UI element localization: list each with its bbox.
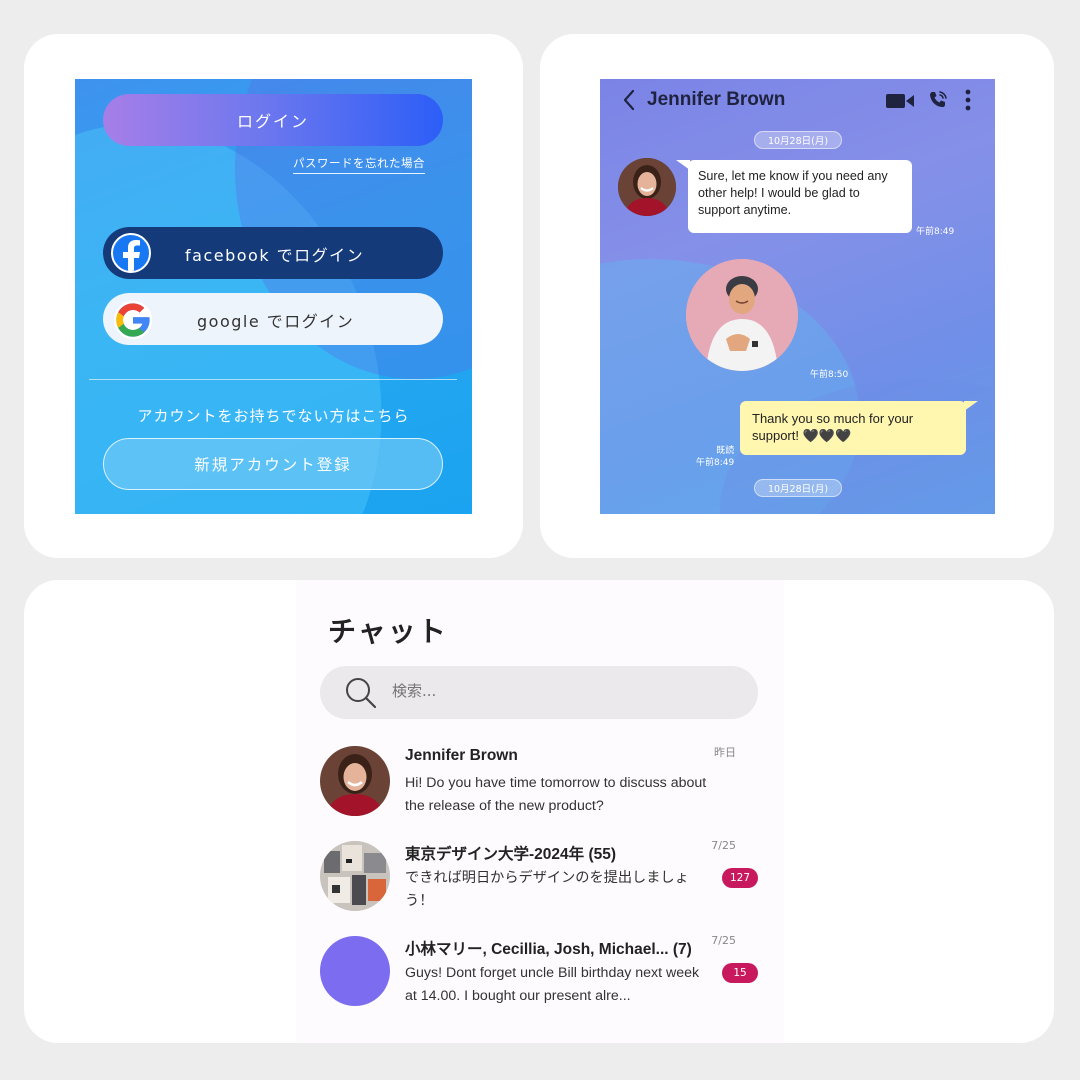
search-input[interactable] bbox=[392, 682, 712, 700]
conversation-name: 東京デザイン大学-2024年 (55) bbox=[405, 846, 617, 863]
google-icon bbox=[113, 300, 153, 340]
search-icon bbox=[346, 678, 377, 709]
bubble-tail bbox=[964, 401, 978, 411]
facebook-login-label: facebook でログイン bbox=[185, 246, 365, 265]
google-login-label: google でログイン bbox=[197, 312, 355, 331]
more-vertical-icon[interactable] bbox=[964, 89, 972, 111]
message-bubble-incoming[interactable]: Sure, let me know if you need any other … bbox=[676, 160, 912, 233]
phone-call-icon[interactable] bbox=[928, 90, 948, 110]
register-button[interactable]: 新規アカウント登録 bbox=[103, 438, 443, 490]
page-title: チャット bbox=[328, 615, 448, 648]
message-text: Sure, let me know if you need any other … bbox=[698, 169, 888, 217]
avatar[interactable] bbox=[618, 158, 676, 216]
conversation-time: 7/25 bbox=[711, 839, 736, 852]
contact-name: Jennifer Brown bbox=[647, 89, 786, 110]
facebook-login-button[interactable]: facebook でログイン bbox=[103, 227, 443, 279]
date-separator: 10月28日(月) bbox=[754, 131, 842, 149]
google-login-button[interactable]: google でログイン bbox=[103, 293, 443, 345]
login-card: ログイン パスワードを忘れた場合 facebook でログイン google で… bbox=[24, 34, 523, 558]
video-call-icon[interactable] bbox=[886, 93, 914, 109]
bubble-tail bbox=[676, 160, 690, 170]
group-avatar bbox=[320, 936, 390, 1006]
login-button-label: ログイン bbox=[236, 112, 309, 131]
unread-badge: 15 bbox=[722, 963, 758, 983]
forgot-password-link[interactable]: パスワードを忘れた場合 bbox=[293, 155, 425, 174]
date-separator: 10月28日(月) bbox=[754, 479, 842, 497]
conversation-name: Jennifer Brown bbox=[405, 747, 518, 764]
search-bar[interactable] bbox=[320, 666, 758, 719]
conversation-time: 7/25 bbox=[711, 934, 736, 947]
chat-card: Jennifer Brown 10月28日(月) Sure, let me kn… bbox=[540, 34, 1054, 558]
facebook-icon bbox=[111, 233, 151, 273]
read-label: 既読 bbox=[716, 446, 735, 456]
chat-list-card: チャット Jennifer Brown Hi! Do you have time… bbox=[24, 580, 1054, 1043]
back-icon[interactable] bbox=[622, 89, 636, 111]
list-item[interactable]: 東京デザイン大学-2024年 (55) できれば明日からデザインのを提出しましょ… bbox=[320, 839, 760, 919]
conversation-name: 小林マリー, Cecillia, Josh, Michael... (7) bbox=[405, 941, 692, 958]
login-button[interactable]: ログイン bbox=[103, 94, 443, 146]
conversation-preview: できれば明日からデザインのを提出しましょう！ bbox=[405, 870, 689, 909]
message-text: Thank you so much for your support! 🖤🖤🖤 bbox=[752, 411, 914, 443]
sticker-message[interactable] bbox=[686, 259, 798, 371]
register-button-label: 新規アカウント登録 bbox=[194, 456, 352, 474]
login-screen: ログイン パスワードを忘れた場合 facebook でログイン google で… bbox=[75, 79, 472, 514]
unread-badge: 127 bbox=[722, 868, 758, 888]
conversation-time: 昨日 bbox=[714, 746, 736, 759]
message-time: 午前8:50 bbox=[810, 370, 849, 380]
read-status: 既読 午前8:49 bbox=[696, 445, 734, 469]
avatar bbox=[320, 746, 390, 816]
divider bbox=[89, 379, 457, 380]
conversation-preview: Hi! Do you have time tomorrow to discuss… bbox=[405, 775, 707, 814]
chat-header: Jennifer Brown bbox=[600, 87, 995, 115]
chat-screen: Jennifer Brown 10月28日(月) Sure, let me kn… bbox=[600, 79, 995, 514]
message-time: 午前8:49 bbox=[916, 227, 955, 237]
conversation-preview: Guys! Dont forget uncle Bill birthday ne… bbox=[405, 965, 700, 1004]
chat-list-screen: チャット Jennifer Brown Hi! Do you have time… bbox=[296, 580, 784, 1043]
no-account-text: アカウントをお持ちでない方はこちら bbox=[137, 407, 410, 425]
message-bubble-outgoing[interactable]: Thank you so much for your support! 🖤🖤🖤 bbox=[740, 401, 978, 455]
list-item[interactable]: Jennifer Brown Hi! Do you have time tomo… bbox=[320, 744, 760, 824]
avatar bbox=[320, 841, 390, 911]
list-item[interactable]: 小林マリー, Cecillia, Josh, Michael... (7) Gu… bbox=[320, 934, 760, 1014]
message-time: 午前8:49 bbox=[696, 458, 735, 468]
